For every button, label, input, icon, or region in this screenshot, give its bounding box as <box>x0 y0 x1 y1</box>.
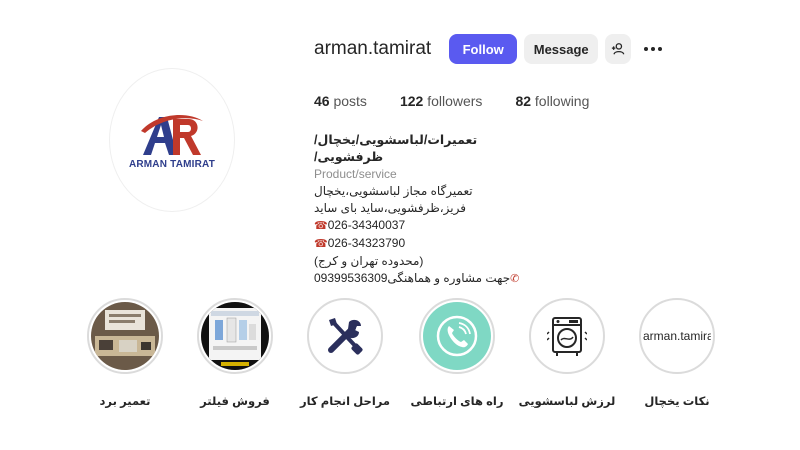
username: arman.tamirat <box>314 38 432 59</box>
profile-avatar[interactable]: ARMAN TAMIRAT <box>109 68 235 212</box>
text-thumbnail-icon: arman.tamirat highlight sto icture <box>643 302 711 370</box>
highlight-ring <box>529 298 605 374</box>
followers-stat[interactable]: 122 followers <box>400 93 483 109</box>
posts-count: 46 <box>314 93 330 109</box>
following-stat[interactable]: 82 following <box>515 93 589 109</box>
phone-receiver-icon: ✆ <box>510 273 520 285</box>
bio-phone-2: ☎026-34323790 <box>314 235 534 253</box>
posts-label: posts <box>333 93 367 109</box>
highlight-filter-sales[interactable]: فروش فیلتر <box>180 298 290 408</box>
bio-phone-1: ☎026-34340037 <box>314 217 534 235</box>
following-count: 82 <box>515 93 532 109</box>
phone-icon <box>423 302 491 370</box>
suggested-users-button[interactable] <box>605 34 632 64</box>
message-button[interactable]: Message <box>524 34 599 64</box>
phone-2-text: 026-34323790 <box>327 236 406 250</box>
highlight-label: مراحل انجام کار <box>299 396 391 408</box>
highlight-label: نکات یخچال <box>644 396 710 408</box>
highlight-ring <box>197 298 273 374</box>
profile-header-row: arman.tamirat Follow Message <box>314 34 664 64</box>
bio-title: تعمیرات/لباسشویی/یخچال/ظرفشویی/ <box>314 133 478 164</box>
profile-bio: تعمیرات/لباسشویی/یخچال/ظرفشویی/ Product/… <box>314 132 534 288</box>
phone-1-text: 026-34340037 <box>327 218 406 232</box>
board-photo-icon <box>91 302 159 370</box>
tools-icon <box>311 302 379 370</box>
posts-stat: 46 posts <box>314 93 367 109</box>
highlight-label: راه های ارتباطی <box>410 396 504 408</box>
following-label: following <box>534 93 590 109</box>
highlight-fridge-tips[interactable]: arman.tamirat highlight sto icture نکات … <box>622 298 732 408</box>
highlight-ring <box>87 298 163 374</box>
highlight-ring <box>419 298 495 374</box>
highlight-board-repair[interactable]: تعمیر برد <box>70 298 180 408</box>
mobile-number: 09399536309 <box>314 271 388 285</box>
highlight-work-steps[interactable]: مراحل انجام کار <box>290 298 400 408</box>
story-highlights: تعمیر برد فروش فیلتر مراحل انجام کار راه… <box>0 298 800 418</box>
profile-avatar-wrap: ARMAN TAMIRAT <box>109 68 235 212</box>
filter-photo-icon <box>201 302 269 370</box>
bio-line: تعمیرگاه مجاز لباسشویی،یخچال فریز،ظرفشوی… <box>314 184 473 215</box>
highlight-contact-methods[interactable]: راه های ارتباطی <box>402 298 512 408</box>
highlight-ring <box>307 298 383 374</box>
followers-count: 122 <box>399 93 424 109</box>
highlight-label: لرزش لباسشویی <box>518 396 616 408</box>
bio-area: (محدوده تهران و کرج) <box>314 254 424 268</box>
highlight-label: فروش فیلتر <box>200 396 270 408</box>
washing-machine-icon <box>533 302 601 370</box>
followers-label: followers <box>427 93 483 109</box>
mobile-note: جهت مشاوره و هماهنگی <box>387 271 511 285</box>
profile-stats: 46 posts 122 followers 82 following <box>314 93 622 109</box>
add-person-icon <box>612 43 625 55</box>
highlight-thumb-text: arman.tamirat highlight sto icture <box>643 329 711 343</box>
highlight-label: تعمیر برد <box>99 396 151 408</box>
logo-text: ARMAN TAMIRAT <box>128 158 216 170</box>
highlight-ring: arman.tamirat highlight sto icture <box>639 298 715 374</box>
highlight-washer-vibration[interactable]: لرزش لباسشویی <box>512 298 622 408</box>
bio-mobile-line: 09399536309جهت مشاوره و هماهنگی✆ <box>314 270 534 288</box>
more-options-icon[interactable] <box>642 34 664 64</box>
telephone-icon: ☎ <box>314 220 328 232</box>
telephone-icon: ☎ <box>314 238 328 250</box>
bio-category: Product/service <box>314 167 397 181</box>
follow-button[interactable]: Follow <box>449 34 518 64</box>
arman-tamirat-logo <box>141 114 203 155</box>
